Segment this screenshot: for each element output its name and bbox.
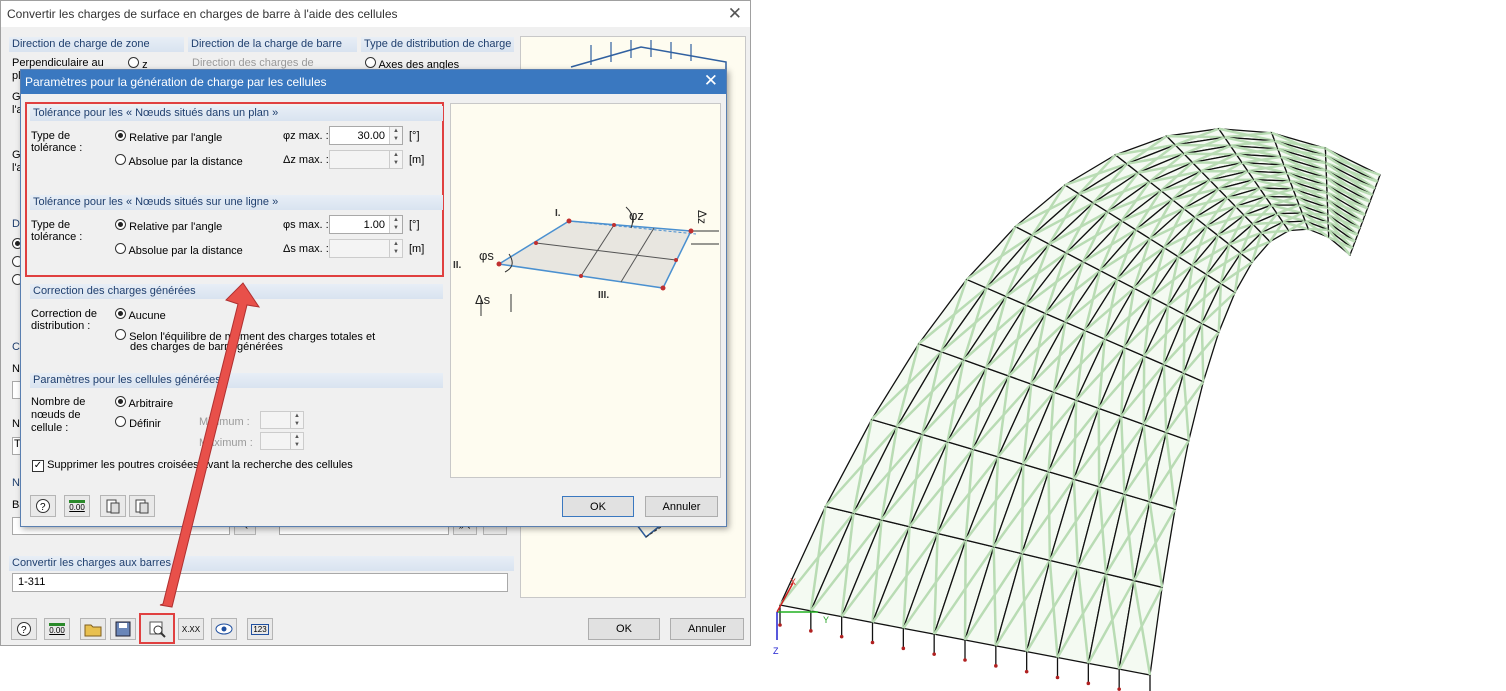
support-node [963,658,967,662]
mesh-cell-diagonal [1047,471,1052,561]
support-node [1055,675,1060,680]
mesh-cell-diagonal [1020,464,1025,554]
annotation-arrow-layer [159,282,261,608]
mesh-cell-diagonal [963,540,967,641]
axis-x-label: X [790,577,796,587]
mesh-cell-diagonal [1182,314,1187,374]
structure-3d-view: Y Z X [773,127,1381,691]
support-node [994,664,998,668]
axis-z-label: Z [773,646,779,656]
support-node [809,629,813,633]
support-node [1086,681,1091,686]
mesh-group [778,127,1381,691]
mesh-cell-diagonal [1308,227,1329,232]
support-node [1117,687,1121,691]
axis-y-label: Y [823,615,829,625]
support-node [839,634,844,639]
support-node [932,652,936,656]
annotation-arrow [159,282,261,608]
support-node [901,646,906,651]
mesh-cell-diagonal [1200,323,1205,382]
support-node [870,640,875,645]
support-node [1024,669,1029,674]
support-node [778,623,782,627]
